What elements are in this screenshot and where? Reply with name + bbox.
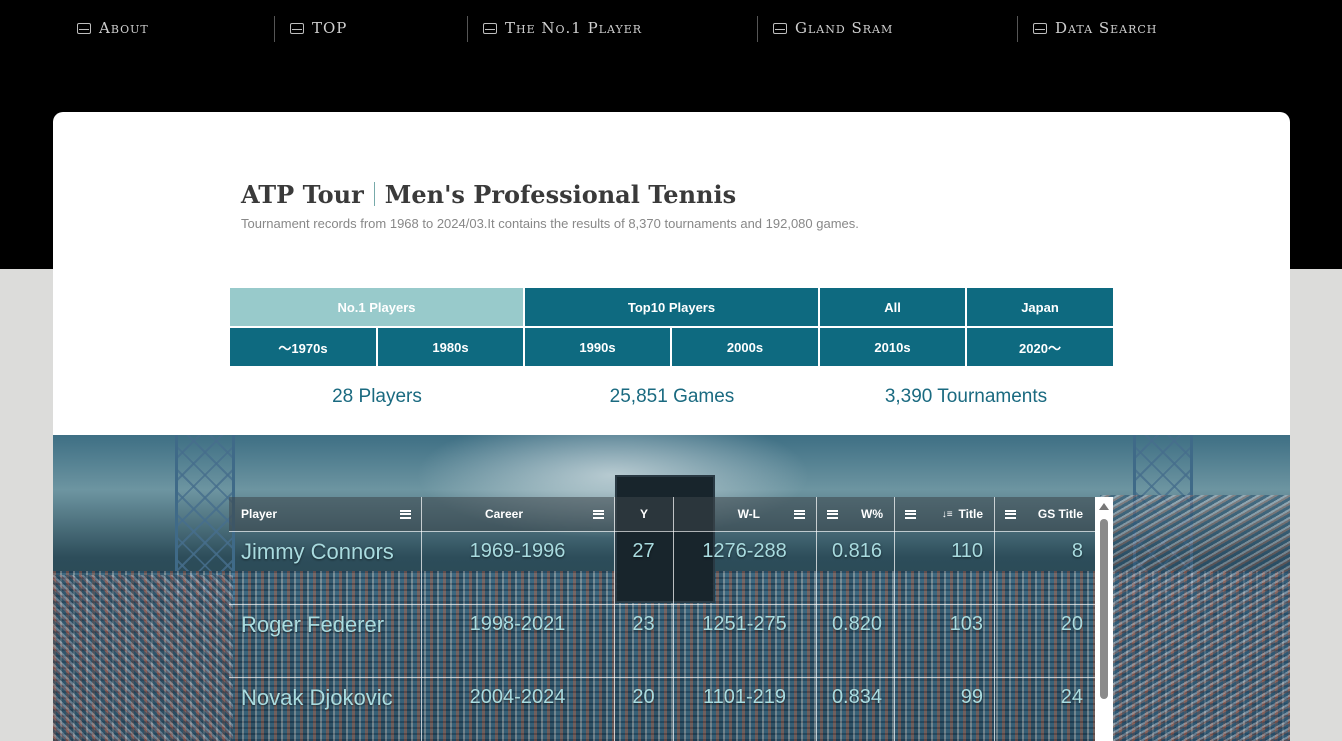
tab-all[interactable]: All: [820, 288, 965, 326]
col-header-career[interactable]: Career: [422, 497, 604, 531]
column-menu-icon[interactable]: [593, 509, 604, 519]
cell-title: 99: [960, 685, 983, 708]
col-header-gs-title[interactable]: GS Title: [1005, 497, 1083, 531]
nav-divider: [1017, 16, 1018, 42]
tab-2010s[interactable]: 2010s: [820, 328, 965, 366]
nav-item-label: The No.1 Player: [505, 19, 643, 37]
stat-games: 25,851 Games: [609, 386, 735, 407]
col-header-wl[interactable]: W-L: [674, 497, 805, 531]
col-header-wpct[interactable]: W%: [827, 497, 883, 531]
col-header-label: Career: [484, 507, 523, 521]
laptop-icon: [773, 22, 787, 34]
nav-item-grand-slam[interactable]: Gland Sram: [773, 14, 893, 42]
tab-1980s[interactable]: 1980s: [378, 328, 523, 366]
decade-tab-row: 〜1970s 1980s 1990s 2000s 2010s 2020〜: [230, 328, 1113, 366]
col-header-label: Y: [639, 507, 648, 521]
col-header-label: GS Title: [1037, 507, 1083, 521]
nav-divider: [467, 16, 468, 42]
laptop-icon: [483, 22, 497, 34]
col-header-y[interactable]: Y: [615, 497, 673, 531]
scrollbar-thumb[interactable]: [1100, 519, 1108, 699]
laptop-icon: [77, 22, 91, 34]
laptop-icon: [290, 22, 304, 34]
column-menu-icon[interactable]: [794, 509, 805, 519]
tab-1990s[interactable]: 1990s: [525, 328, 670, 366]
nav-item-label: About: [99, 19, 149, 37]
summary-stats: 28 Players 25,851 Games 3,390 Tournament…: [230, 386, 1113, 416]
cell-career: 1998-2021: [469, 612, 566, 635]
col-header-label: Title: [958, 507, 983, 521]
col-header-label: Player: [241, 507, 278, 521]
tab-2020s[interactable]: 2020〜: [967, 328, 1113, 366]
scroll-up-arrow-icon[interactable]: [1099, 503, 1109, 510]
crowd-texture: [1100, 495, 1290, 741]
cell-player[interactable]: Roger Federer: [241, 605, 419, 645]
table-scrollbar[interactable]: [1095, 497, 1113, 741]
cell-title: 103: [949, 612, 983, 635]
cell-gs-title: 8: [1071, 539, 1083, 562]
cell-career: 1969-1996: [469, 539, 566, 562]
column-menu-icon[interactable]: [827, 509, 838, 519]
cell-wl: 1276-288: [702, 539, 787, 562]
category-tab-row: No.1 Players Top10 Players All Japan: [230, 288, 1113, 326]
page-title-main: ATP Tour: [241, 180, 364, 209]
nav-item-label: Data Search: [1055, 19, 1158, 37]
cell-wl: 1251-275: [702, 612, 787, 635]
cell-career: 2004-2024: [469, 685, 566, 708]
page-title-sub: Men's Professional Tennis: [384, 180, 737, 209]
cell-wpct: 0.820: [831, 612, 882, 635]
cell-wpct: 0.816: [831, 539, 882, 562]
tab-2000s[interactable]: 2000s: [672, 328, 818, 366]
nav-item-data-search[interactable]: Data Search: [1033, 14, 1157, 42]
laptop-icon: [1033, 22, 1047, 34]
cell-y: 20: [632, 685, 655, 708]
page-subtitle: Tournament records from 1968 to 2024/03.…: [241, 216, 859, 231]
cell-y: 27: [632, 539, 655, 562]
stat-tournaments: 3,390 Tournaments: [884, 386, 1048, 407]
top-nav: About TOP The No.1 Player Gland Sram Dat…: [0, 14, 1342, 44]
cell-title: 110: [951, 539, 983, 562]
column-menu-icon[interactable]: [905, 509, 916, 519]
tab-top10-players[interactable]: Top10 Players: [525, 288, 818, 326]
players-table: Player Career Y W-L W% ↓≡ Title GS Title…: [229, 497, 1113, 741]
main-card: ATP Tour Men's Professional Tennis Tourna…: [53, 112, 1290, 442]
tab-japan[interactable]: Japan: [967, 288, 1113, 326]
cell-y: 23: [632, 612, 655, 635]
col-header-label: W-L: [737, 507, 760, 521]
nav-divider: [274, 16, 275, 42]
cell-gs-title: 24: [1060, 685, 1083, 708]
cell-wl: 1101-219: [702, 685, 787, 708]
sort-descending-icon[interactable]: ↓≡: [942, 509, 953, 520]
tab-1970s[interactable]: 〜1970s: [230, 328, 376, 366]
page-title: ATP Tour Men's Professional Tennis: [241, 180, 736, 209]
col-header-title-wrap: ↓≡ Title: [942, 507, 983, 521]
cell-gs-title: 20: [1060, 612, 1083, 635]
nav-divider: [757, 16, 758, 42]
column-menu-icon[interactable]: [1005, 509, 1016, 519]
nav-item-top[interactable]: TOP: [290, 14, 347, 42]
col-header-player[interactable]: Player: [241, 497, 411, 531]
tab-no1-players[interactable]: No.1 Players: [230, 288, 523, 326]
title-divider: [373, 182, 375, 206]
column-menu-icon[interactable]: [400, 509, 411, 519]
cell-player[interactable]: Novak Djokovic: [241, 678, 419, 718]
nav-item-about[interactable]: About: [77, 14, 149, 42]
cell-player[interactable]: Jimmy Connors: [241, 532, 419, 572]
col-header-title[interactable]: ↓≡ Title: [905, 497, 983, 531]
cell-wpct: 0.834: [831, 685, 882, 708]
nav-item-no1-player[interactable]: The No.1 Player: [483, 14, 642, 42]
col-header-label: W%: [861, 507, 883, 521]
nav-item-label: Gland Sram: [795, 19, 894, 37]
crowd-texture: [53, 575, 233, 741]
stat-players: 28 Players: [332, 386, 422, 407]
nav-item-label: TOP: [312, 19, 348, 37]
